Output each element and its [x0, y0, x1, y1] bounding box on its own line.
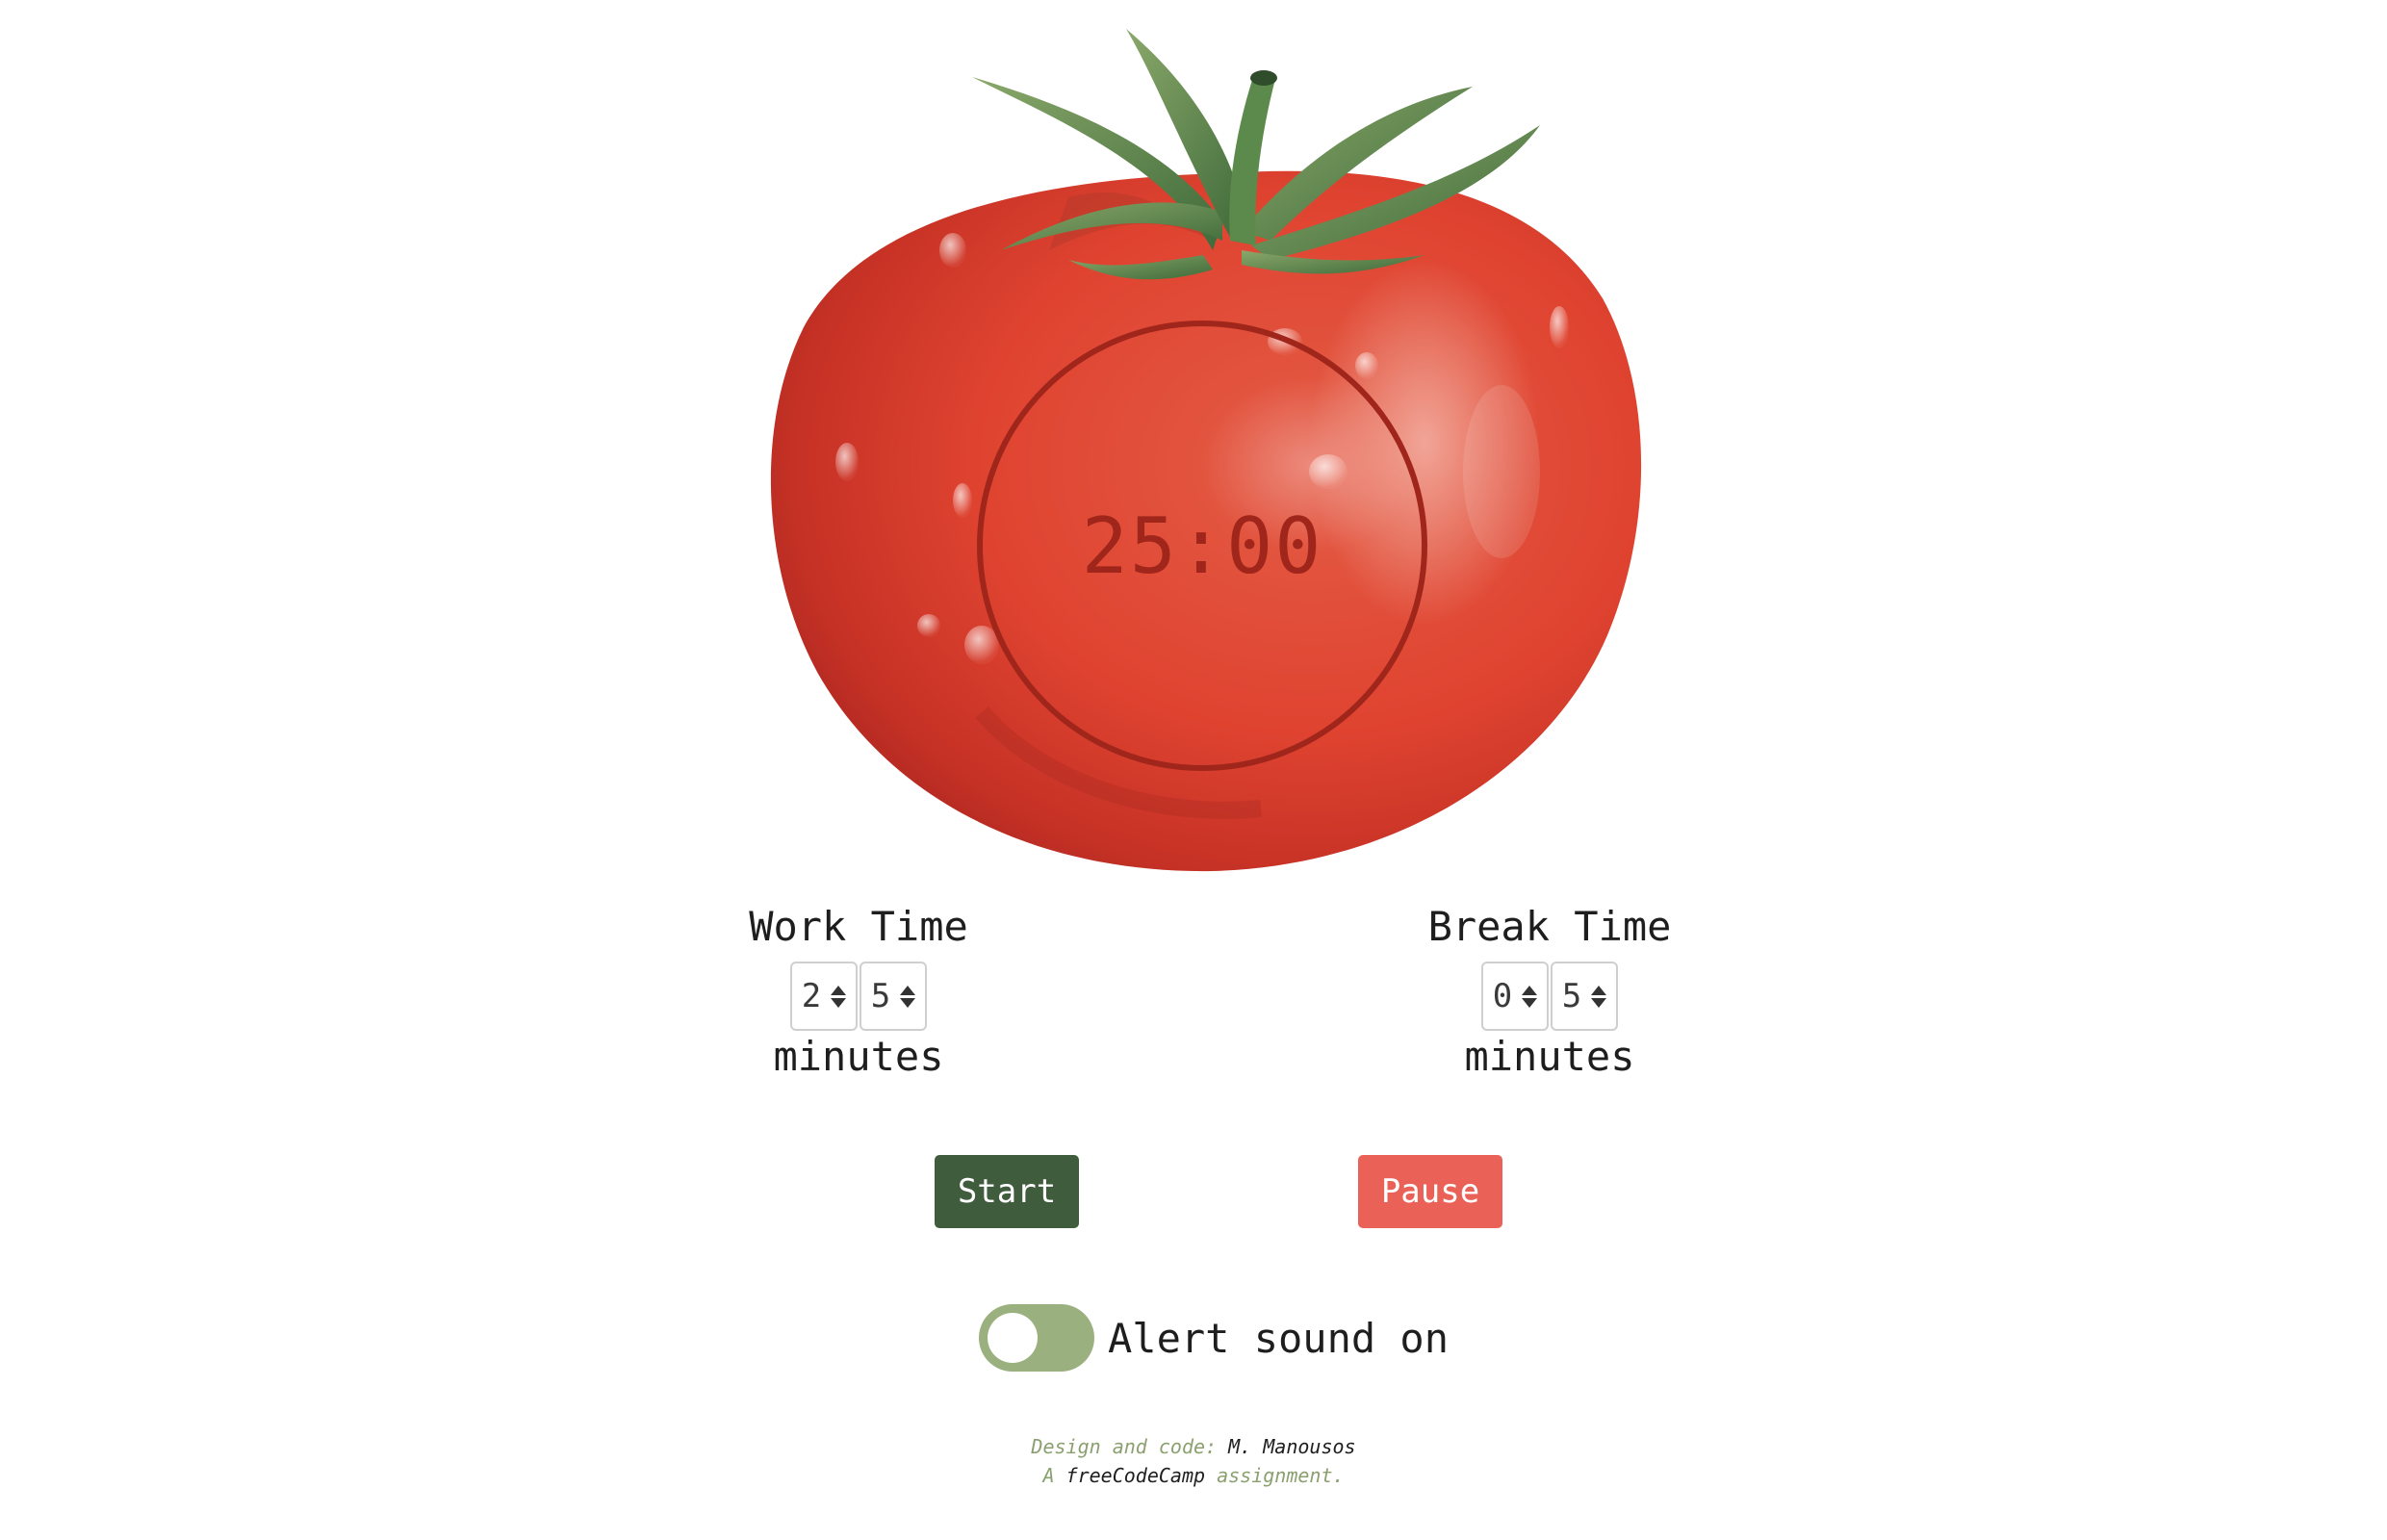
footer: Design and code: M. Manousos A freeCodeC… [0, 1432, 2387, 1490]
footer-credit-line: Design and code: M. Manousos [0, 1432, 2387, 1461]
alert-sound-label: Alert sound on [1108, 1314, 1450, 1362]
footer-author-link[interactable]: M. Manousos [1228, 1435, 1355, 1458]
toggle-knob[interactable] [988, 1313, 1038, 1363]
work-ones-value: 5 [870, 977, 891, 1015]
alert-sound-row: Alert sound on [979, 1304, 1449, 1372]
break-time-title: Break Time [1427, 903, 1672, 950]
alert-sound-toggle[interactable] [979, 1304, 1094, 1372]
pomodoro-app: 25:00 Work Time 2 5 minutes Break Time 0… [0, 0, 2387, 1540]
work-time-unit: minutes [773, 1033, 944, 1080]
start-button[interactable]: Start [935, 1155, 1079, 1228]
break-time-digits: 0 5 [1376, 962, 1723, 1031]
break-time-control: Break Time 0 5 minutes [1376, 900, 1723, 1081]
pause-button[interactable]: Pause [1358, 1155, 1502, 1228]
up-down-arrows-icon[interactable] [1591, 985, 1607, 1008]
break-time-unit: minutes [1464, 1033, 1635, 1080]
break-ones-stepper[interactable]: 5 [1551, 962, 1618, 1031]
work-time-control: Work Time 2 5 minutes [685, 900, 1032, 1081]
footer-assignment-suffix: assignment. [1217, 1464, 1345, 1487]
work-ones-stepper[interactable]: 5 [860, 962, 927, 1031]
footer-fcc-link[interactable]: freeCodeCamp [1066, 1464, 1206, 1487]
up-down-arrows-icon[interactable] [1522, 985, 1538, 1008]
break-tens-value: 0 [1492, 977, 1513, 1015]
work-tens-stepper[interactable]: 2 [790, 962, 858, 1031]
up-down-arrows-icon[interactable] [900, 985, 916, 1008]
work-time-title: Work Time [749, 903, 968, 950]
work-time-digits: 2 5 [685, 962, 1032, 1031]
timer-display: 25:00 [1081, 500, 1323, 591]
footer-credit-prefix: Design and code: [1031, 1435, 1218, 1458]
break-tens-stepper[interactable]: 0 [1481, 962, 1549, 1031]
footer-assignment-prefix: A [1042, 1464, 1055, 1487]
work-tens-value: 2 [801, 977, 822, 1015]
footer-assignment-line: A freeCodeCamp assignment. [0, 1461, 2387, 1490]
up-down-arrows-icon[interactable] [831, 985, 847, 1008]
break-ones-value: 5 [1561, 977, 1582, 1015]
